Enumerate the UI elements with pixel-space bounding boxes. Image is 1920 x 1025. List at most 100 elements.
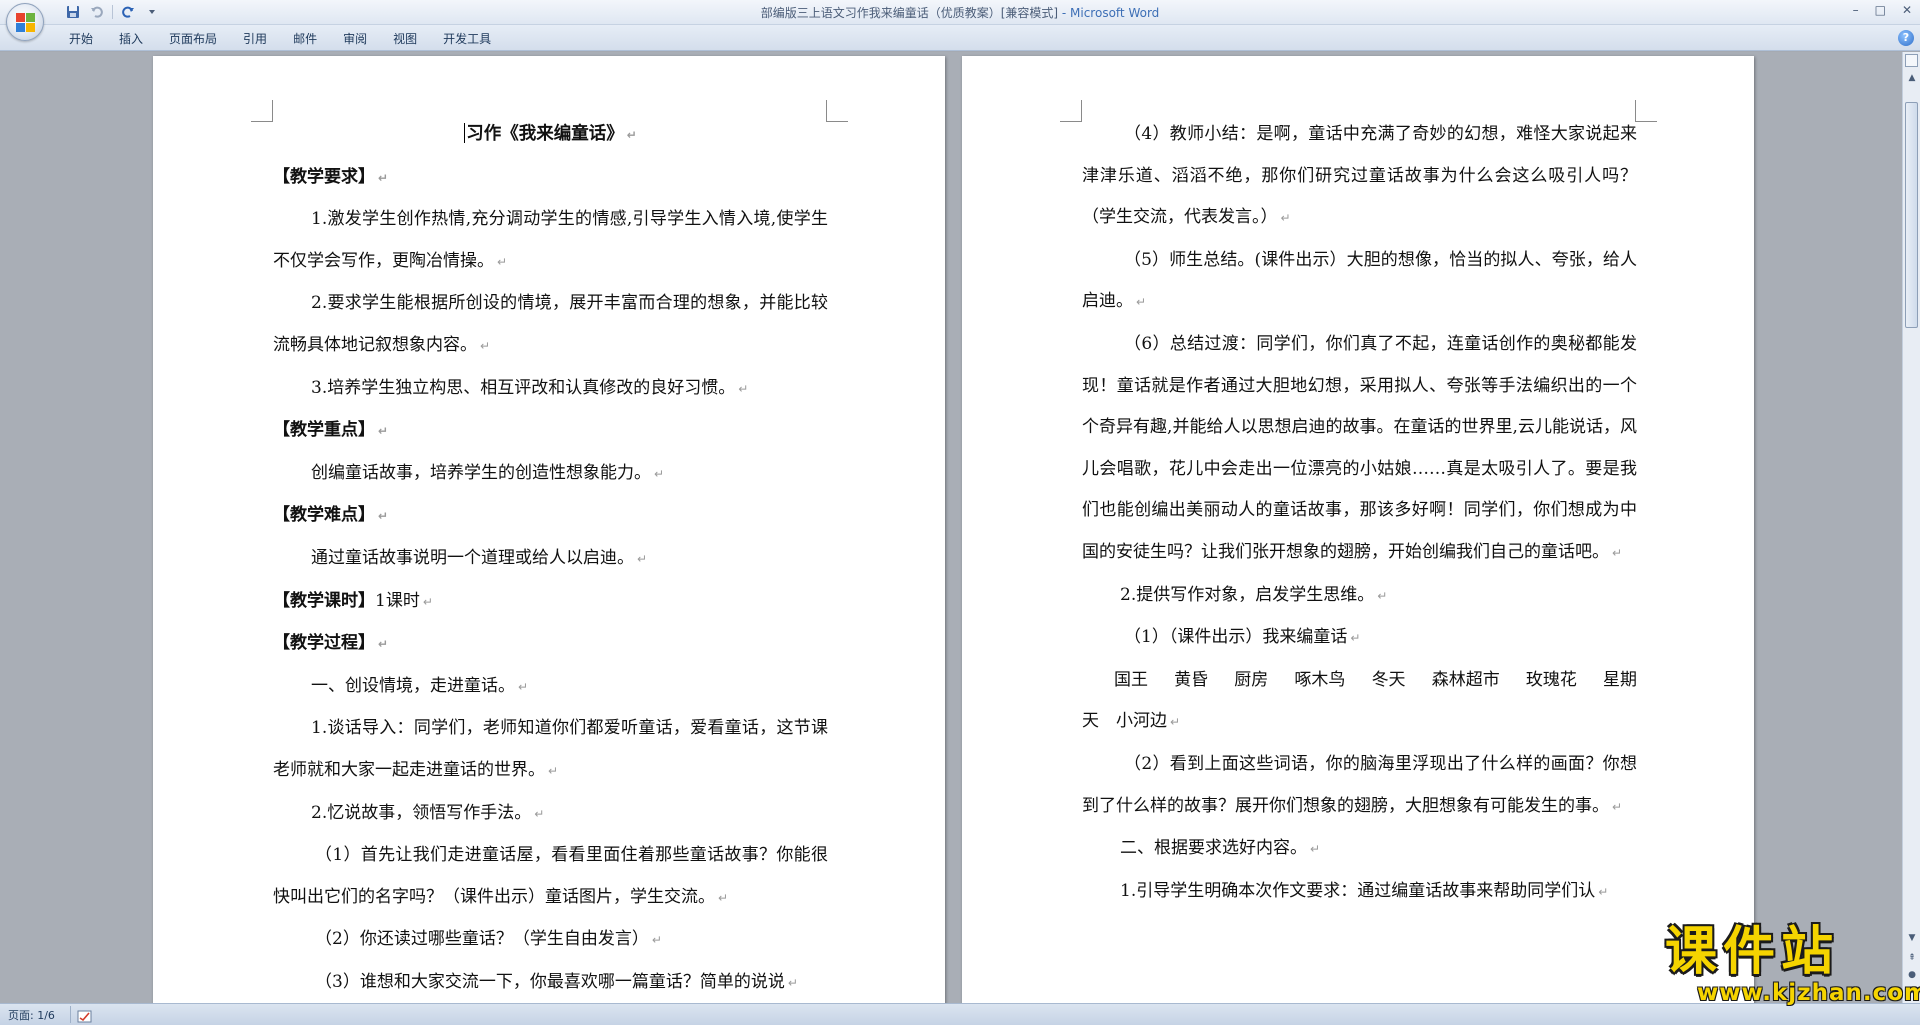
paragraph-text: （4）教师小结：是啊，童话中充满了奇妙的幻想，难怪大家说起来津津乐道、滔滔不绝，… xyxy=(1082,124,1637,228)
word-item: 冬天 xyxy=(1371,669,1406,690)
section-heading: 【教学重点】 xyxy=(273,420,375,441)
paragraph: （2）你还读过哪些童话？（学生自由发言） ↵ xyxy=(273,919,828,962)
maximize-button[interactable]: □ xyxy=(1875,3,1886,17)
paragraph: 1.激发学生创作热情,充分调动学生的情感,引导学生入情入境,使学生不仅学会写作，… xyxy=(273,199,828,283)
paragraph-text: 通过童话故事说明一个道理或给人以启迪。 xyxy=(311,547,634,568)
document-page-left[interactable]: 习作《我来编童话》 ↵ 【教学要求】 ↵ 1.激发学生创作热情,充分调动学生的情感,引… xyxy=(153,56,945,1003)
margin-corner-mark xyxy=(1060,100,1082,122)
paragraph: 2.忆说故事，领悟写作手法。 ↵ xyxy=(273,793,828,836)
word-item: 国王 xyxy=(1114,669,1148,690)
paragraph-text: 1.激发学生创作热情,充分调动学生的情感,引导学生入情入境,使学生不仅学会写作，… xyxy=(273,209,828,271)
paragraph-mark: ↵ xyxy=(1598,884,1609,899)
word-list: 国王 黄昏 厨房 啄木鸟 冬天 森林超市 玫瑰花 星期 xyxy=(1082,660,1637,702)
paragraph-mark: ↵ xyxy=(480,338,491,353)
paragraph-mark: ↵ xyxy=(1350,631,1361,646)
status-bar: 页面: 1/6 xyxy=(0,1003,1920,1025)
paragraph-mark: ↵ xyxy=(1377,588,1388,603)
paragraph-mark: ↵ xyxy=(637,551,648,566)
vertical-scrollbar[interactable]: ▲ ▼ ⇞ ● ⇟ xyxy=(1902,52,1920,1003)
paragraph-mark: ↵ xyxy=(651,933,662,948)
ribbon-tab-bar: 开始 插入 页面布局 引用 邮件 审阅 视图 开发工具 ? xyxy=(0,25,1920,51)
paragraph-text: 2.要求学生能根据所创设的情境，展开丰富而合理的想象，并能比较流畅具体地记叙想象… xyxy=(273,293,828,355)
paragraph-text: 创编童话故事，培养学生的创造性想象能力。 xyxy=(311,462,651,483)
paragraph-mark: ↵ xyxy=(1310,842,1321,857)
paragraph: 【教学课时】1课时 ↵ xyxy=(273,581,828,624)
paragraph-mark: ↵ xyxy=(534,806,545,821)
app-name: - Microsoft Word xyxy=(1058,6,1160,20)
paragraph: 天 小河边 ↵ xyxy=(1082,701,1637,744)
watermark-logo: 课件站 www.kjzhan.com xyxy=(1665,924,1920,1006)
margin-corner-mark xyxy=(826,100,848,122)
paragraph: 创编童话故事，培养学生的创造性想象能力。 ↵ xyxy=(273,453,828,496)
paragraph-mark: ↵ xyxy=(654,466,665,481)
section-heading: 【教学过程】 xyxy=(273,633,375,654)
word-item: 厨房 xyxy=(1234,669,1269,690)
office-logo-icon xyxy=(16,13,36,33)
paragraph-mark: ↵ xyxy=(738,381,749,396)
left-page-text[interactable]: 习作《我来编童话》 ↵ 【教学要求】 ↵ 1.激发学生创作热情,充分调动学生的情感,引… xyxy=(273,114,828,1003)
paragraph-text: 2.提供写作对象，启发学生思维。 xyxy=(1120,584,1375,605)
window-controls: – □ ✕ xyxy=(1853,3,1912,17)
paragraph-mark: ↵ xyxy=(548,763,559,778)
margin-corner-mark xyxy=(1635,100,1657,122)
paragraph-text: 3.培养学生独立构思、相互评改和认真修改的良好习惯。 xyxy=(311,377,736,398)
paragraph: 2.要求学生能根据所创设的情境，展开丰富而合理的想象，并能比较流畅具体地记叙想象… xyxy=(273,283,828,367)
scrollbar-thumb[interactable] xyxy=(1905,102,1918,328)
tab-page-layout[interactable]: 页面布局 xyxy=(156,30,230,48)
minimize-button[interactable]: – xyxy=(1853,3,1859,17)
paragraph: 通过童话故事说明一个道理或给人以启迪。 ↵ xyxy=(273,538,828,581)
document-page-right[interactable]: （4）教师小结：是啊，童话中充满了奇妙的幻想，难怪大家说起来津津乐道、滔滔不绝，… xyxy=(962,56,1754,1003)
paragraph-mark: ↵ xyxy=(1612,799,1623,814)
document-area[interactable]: 习作《我来编童话》 ↵ 【教学要求】 ↵ 1.激发学生创作热情,充分调动学生的情感,引… xyxy=(0,52,1902,1003)
tab-insert[interactable]: 插入 xyxy=(106,30,156,48)
proofing-icon[interactable] xyxy=(77,1008,93,1023)
paragraph-text: 天 小河边 xyxy=(1082,711,1167,732)
ruler-toggle-icon[interactable] xyxy=(1905,54,1918,67)
help-icon[interactable]: ? xyxy=(1898,30,1914,46)
paragraph-text: （1）（课件出示）我来编童话 xyxy=(1124,627,1348,648)
paragraph: 【教学过程】 ↵ xyxy=(273,623,828,666)
paragraph-mark: ↵ xyxy=(497,254,508,269)
section-heading: 【教学要求】 xyxy=(273,166,375,187)
tab-references[interactable]: 引用 xyxy=(230,30,280,48)
right-page-text[interactable]: （4）教师小结：是啊，童话中充满了奇妙的幻想，难怪大家说起来津津乐道、滔滔不绝，… xyxy=(1082,114,1637,913)
paragraph-mark: ↵ xyxy=(1170,715,1181,730)
office-button[interactable] xyxy=(6,3,44,41)
paragraph: 二、根据要求选好内容。 ↵ xyxy=(1082,828,1637,871)
paragraph-mark: ↵ xyxy=(626,128,637,142)
previous-page-icon[interactable]: ⇞ xyxy=(1906,952,1918,964)
paragraph: 1.引导学生明确本次作文要求：通过编童话故事来帮助同学们认 ↵ xyxy=(1082,871,1637,914)
paragraph: 【教学难点】 ↵ xyxy=(273,495,828,538)
paragraph-mark: ↵ xyxy=(1612,545,1623,560)
paragraph: 1.谈话导入：同学们，老师知道你们都爱听童话，爱看童话，这节课老师就和大家一起走… xyxy=(273,708,828,792)
watermark-url: www.kjzhan.com xyxy=(1697,980,1920,1006)
section-heading: 【教学课时】 xyxy=(273,590,375,611)
scroll-up-icon[interactable]: ▲ xyxy=(1906,72,1918,84)
word-item: 星期 xyxy=(1602,669,1637,690)
paragraph-mark: ↵ xyxy=(1280,211,1291,226)
paragraph: （6）总结过渡：同学们，你们真了不起，连童话创作的奥秘都能发现！童话就是作者通过… xyxy=(1082,324,1637,575)
paragraph: 【教学重点】 ↵ xyxy=(273,410,828,453)
tab-developer[interactable]: 开发工具 xyxy=(430,30,504,48)
document-name: 部编版三上语文习作我来编童话（优质教案）[兼容模式] xyxy=(760,6,1059,20)
word-item: 森林超市 xyxy=(1431,669,1500,690)
paragraph: （2）看到上面这些词语，你的脑海里浮现出了什么样的画面？你想到了什么样的故事？展… xyxy=(1082,744,1637,828)
paragraph-text: 2.忆说故事，领悟写作手法。 xyxy=(311,802,532,823)
paragraph-text: 1.引导学生明确本次作文要求：通过编童话故事来帮助同学们认 xyxy=(1120,880,1596,901)
paragraph-mark: ↵ xyxy=(518,679,529,694)
page-count[interactable]: 页面: 1/6 xyxy=(8,1007,55,1023)
word-item: 黄昏 xyxy=(1174,669,1209,690)
tab-review[interactable]: 审阅 xyxy=(330,30,380,48)
scroll-down-icon[interactable]: ▼ xyxy=(1906,932,1918,944)
tab-home[interactable]: 开始 xyxy=(56,30,106,48)
tab-view[interactable]: 视图 xyxy=(380,30,430,48)
paragraph-mark: ↵ xyxy=(1136,295,1147,310)
paragraph-mark: ↵ xyxy=(378,509,389,524)
paragraph-text: （6）总结过渡：同学们，你们真了不起，连童话创作的奥秘都能发现！童话就是作者通过… xyxy=(1082,333,1637,562)
close-button[interactable]: ✕ xyxy=(1902,3,1912,17)
paragraph-mark: ↵ xyxy=(718,890,729,905)
paragraph: 一、创设情境，走进童话。 ↵ xyxy=(273,666,828,709)
paragraph-mark: ↵ xyxy=(378,170,389,185)
word-item: 玫瑰花 xyxy=(1525,669,1577,690)
tab-mailings[interactable]: 邮件 xyxy=(280,30,330,48)
